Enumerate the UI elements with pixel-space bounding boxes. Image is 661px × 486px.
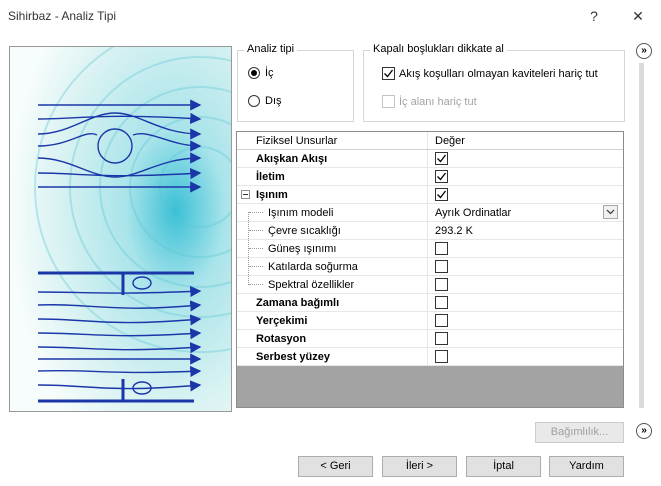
solar-radiation-checkbox[interactable]: [435, 242, 448, 255]
free-surface-checkbox[interactable]: [435, 350, 448, 363]
spectral-checkbox[interactable]: [435, 278, 448, 291]
radio-external[interactable]: Dış: [248, 95, 282, 107]
grid-header-value: Değer: [435, 135, 465, 147]
grid-row-free-surface[interactable]: Serbest yüzey: [237, 348, 623, 366]
closed-cavities-title: Kapalı boşlukları dikkate al: [370, 43, 507, 55]
gravity-label: Yerçekimi: [256, 315, 308, 327]
help-button[interactable]: Yardım: [549, 456, 624, 477]
side-scrollbar[interactable]: [639, 63, 644, 408]
collapse-icon[interactable]: [241, 190, 250, 199]
grid-row-solid-absorption[interactable]: Katılarda soğurma: [237, 258, 623, 276]
grid-body: Fiziksel Unsurlar Değer Akışkan Akışı İl…: [237, 132, 623, 366]
fluid-flow-checkbox[interactable]: [435, 152, 448, 165]
close-icon[interactable]: ✕: [628, 6, 648, 26]
next-button[interactable]: İleri >: [382, 456, 457, 477]
grid-row-conduction[interactable]: İletim: [237, 168, 623, 186]
exclude-internal-label: İç alanı hariç tut: [399, 95, 477, 108]
flow-illustration: [9, 46, 232, 412]
check-icon: [384, 69, 394, 78]
physical-features-grid: Fiziksel Unsurlar Değer Akışkan Akışı İl…: [236, 131, 624, 408]
solid-absorption-label: Katılarda soğurma: [268, 261, 358, 273]
expand-bottom-button[interactable]: »: [636, 423, 652, 439]
radiation-model-label: Işınım modeli: [268, 207, 334, 219]
radiation-model-dropdown[interactable]: [603, 205, 618, 219]
free-surface-label: Serbest yüzey: [256, 351, 330, 363]
radiation-model-value[interactable]: Ayrık Ordinatlar: [435, 207, 511, 219]
title-bar: Sihirbaz - Analiz Tipi ? ✕: [0, 0, 661, 32]
back-button[interactable]: < Geri: [298, 456, 373, 477]
radio-internal-indicator[interactable]: [248, 67, 260, 79]
solar-radiation-label: Güneş ışınımı: [268, 243, 337, 255]
fluid-flow-label: Akışkan Akışı: [256, 153, 328, 165]
solid-absorption-checkbox[interactable]: [435, 260, 448, 273]
flow-illustration-graphic: [10, 47, 231, 411]
check-icon: [437, 172, 447, 181]
time-dependent-label: Zamana bağımlı: [256, 297, 340, 309]
analysis-type-title: Analiz tipi: [244, 43, 298, 55]
chevron-down-icon: [606, 209, 615, 215]
check-icon: [437, 154, 447, 163]
spectral-label: Spektral özellikler: [268, 279, 355, 291]
conduction-checkbox[interactable]: [435, 170, 448, 183]
conduction-label: İletim: [256, 171, 285, 183]
time-dependent-checkbox[interactable]: [435, 296, 448, 309]
help-icon[interactable]: ?: [584, 6, 604, 26]
exclude-internal-box[interactable]: [382, 95, 395, 108]
exclude-internal-checkbox[interactable]: İç alanı hariç tut: [382, 95, 477, 108]
analysis-type-group: Analiz tipi İç Dış: [237, 43, 354, 122]
rotation-label: Rotasyon: [256, 333, 307, 345]
radio-external-label: Dış: [265, 95, 282, 107]
grid-row-time-dependent[interactable]: Zamana bağımlı: [237, 294, 623, 312]
grid-row-ambient-temp[interactable]: Çevre sıcaklığı 293.2 K: [237, 222, 623, 240]
grid-row-gravity[interactable]: Yerçekimi: [237, 312, 623, 330]
radiation-checkbox[interactable]: [435, 188, 448, 201]
gravity-checkbox[interactable]: [435, 314, 448, 327]
expand-top-button[interactable]: »: [636, 43, 652, 59]
grid-row-spectral[interactable]: Spektral özellikler: [237, 276, 623, 294]
grid-row-radiation[interactable]: Işınım: [237, 186, 623, 204]
cancel-button[interactable]: İptal: [466, 456, 541, 477]
radiation-label: Işınım: [256, 189, 288, 201]
grid-header-features: Fiziksel Unsurlar: [256, 135, 338, 147]
ambient-temp-label: Çevre sıcaklığı: [268, 225, 341, 237]
grid-row-radiation-model[interactable]: Işınım modeli Ayrık Ordinatlar: [237, 204, 623, 222]
radio-external-indicator[interactable]: [248, 95, 260, 107]
closed-cavities-group: Kapalı boşlukları dikkate al Akış koşull…: [363, 43, 625, 122]
rotation-checkbox[interactable]: [435, 332, 448, 345]
exclude-no-flow-label: Akış koşulları olmayan kaviteleri hariç …: [399, 67, 598, 80]
radio-internal-label: İç: [265, 67, 274, 79]
exclude-no-flow-checkbox[interactable]: Akış koşulları olmayan kaviteleri hariç …: [382, 67, 598, 80]
ambient-temp-value[interactable]: 293.2 K: [435, 225, 473, 237]
radio-internal[interactable]: İç: [248, 67, 274, 79]
grid-row-rotation[interactable]: Rotasyon: [237, 330, 623, 348]
grid-row-solar-radiation[interactable]: Güneş ışınımı: [237, 240, 623, 258]
dependency-button[interactable]: Bağımlılık...: [535, 422, 624, 443]
check-icon: [437, 190, 447, 199]
window-title: Sihirbaz - Analiz Tipi: [8, 9, 117, 23]
grid-row-fluid-flow[interactable]: Akışkan Akışı: [237, 150, 623, 168]
exclude-no-flow-box[interactable]: [382, 67, 395, 80]
grid-header-row: Fiziksel Unsurlar Değer: [237, 132, 623, 150]
